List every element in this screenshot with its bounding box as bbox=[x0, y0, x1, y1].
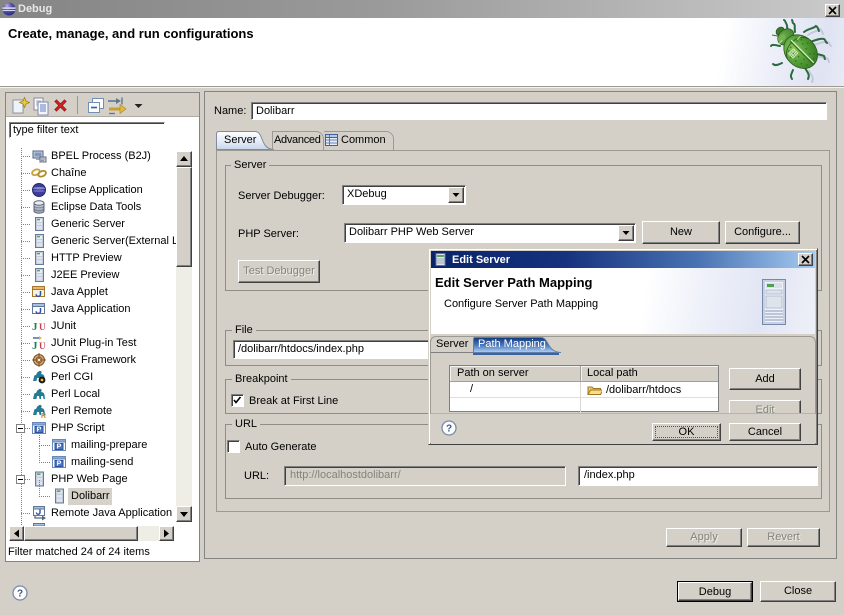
svg-text:U: U bbox=[39, 322, 46, 332]
svg-text:P: P bbox=[57, 461, 62, 468]
svg-text:?: ? bbox=[446, 424, 452, 435]
svg-text:J: J bbox=[32, 321, 38, 333]
svg-text:J: J bbox=[32, 340, 38, 351]
svg-text:R: R bbox=[41, 413, 46, 419]
svg-text:U: U bbox=[39, 341, 46, 351]
svg-text:P: P bbox=[57, 444, 62, 451]
svg-text:?: ? bbox=[17, 589, 23, 600]
